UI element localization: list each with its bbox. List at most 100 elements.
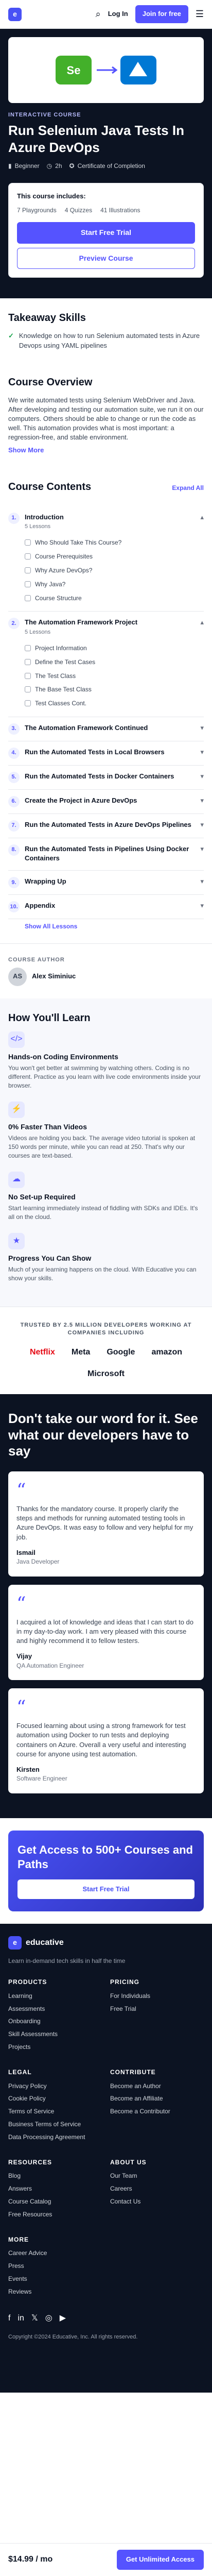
footer-link[interactable]: Become an Author <box>110 2082 204 2091</box>
lesson-item[interactable]: Why Azure DevOps? <box>25 564 204 578</box>
chapter-title: Create the Project in Azure DevOps <box>25 796 137 804</box>
footer-column: RESOURCES Blog Answers Course Catalog Free R… <box>8 2158 102 2223</box>
footer-link[interactable]: Onboarding <box>8 2017 102 2026</box>
linkedin-icon[interactable]: in <box>17 2313 24 2324</box>
chapter-item[interactable]: 3. The Automation Framework Continued ▾ <box>8 717 204 741</box>
footer-logo[interactable]: e educative <box>8 1936 204 1950</box>
clock-icon: ◷ <box>46 162 52 170</box>
footer-link[interactable]: Contact Us <box>110 2197 204 2206</box>
promo-start-trial-button[interactable]: Start Free Trial <box>17 1879 195 1900</box>
hero: Se INTERACTIVE COURSE Run Selenium Java … <box>0 29 212 299</box>
chapter-item[interactable]: 9. Wrapping Up ▾ <box>8 871 204 895</box>
lesson-item[interactable]: Course Structure <box>25 591 204 605</box>
footer-link[interactable]: Cookie Policy <box>8 2094 102 2103</box>
chapter-item[interactable]: 1. Introduction 5 Lessons ▴ Who Should T… <box>8 506 204 612</box>
chevron-down-icon[interactable]: ▾ <box>200 796 204 805</box>
chevron-down-icon[interactable]: ▾ <box>200 901 204 910</box>
footer-link[interactable]: Our Team <box>110 2172 204 2180</box>
start-trial-button[interactable]: Start Free Trial <box>17 222 195 244</box>
show-more-link[interactable]: Show More <box>8 446 44 454</box>
chevron-down-icon[interactable]: ▾ <box>200 772 204 781</box>
footer-link[interactable]: Privacy Policy <box>8 2082 102 2091</box>
get-access-button[interactable]: Get Unlimited Access <box>116 2550 204 2570</box>
chapter-header[interactable]: 8. Run the Automated Tests in Pipelines … <box>8 844 204 864</box>
logo[interactable]: e <box>8 7 22 21</box>
footer-link[interactable]: Careers <box>110 2184 204 2193</box>
chapter-header[interactable]: 1. Introduction 5 Lessons ▴ <box>8 512 204 531</box>
footer-link[interactable]: Become a Contributor <box>110 2107 204 2116</box>
youtube-icon[interactable]: ▶ <box>60 2313 66 2324</box>
chevron-up-icon[interactable]: ▴ <box>200 513 204 522</box>
footer-link[interactable]: Data Processing Agreement <box>8 2133 102 2142</box>
search-icon[interactable]: ⌕ <box>96 8 101 21</box>
meta-certificate: ✪ Certificate of Completion <box>69 162 145 170</box>
chevron-down-icon[interactable]: ▾ <box>200 723 204 733</box>
footer-link[interactable]: Skill Assessments <box>8 2030 102 2039</box>
footer-link[interactable]: Learning <box>8 1992 102 2001</box>
menu-icon[interactable]: ☰ <box>196 8 204 21</box>
chevron-down-icon[interactable]: ▾ <box>200 844 204 854</box>
chapter-item[interactable]: 2. The Automation Framework Project 5 Le… <box>8 612 204 717</box>
meta-level: ▮ Beginner <box>8 162 40 170</box>
chapter-header[interactable]: 9. Wrapping Up ▾ <box>8 877 204 889</box>
footer-link[interactable]: Reviews <box>8 2287 102 2296</box>
chevron-down-icon[interactable]: ▾ <box>200 820 204 829</box>
lesson-item[interactable]: Who Should Take This Course? <box>25 536 204 550</box>
footer-link[interactable]: Free Resources <box>8 2210 102 2219</box>
footer-link[interactable]: Career Advice <box>8 2249 102 2258</box>
chevron-up-icon[interactable]: ▴ <box>200 618 204 627</box>
footer-link[interactable]: Become an Affiliate <box>110 2094 204 2103</box>
footer-link[interactable]: Free Trial <box>110 2005 204 2013</box>
chapter-header[interactable]: 10. Appendix ▾ <box>8 901 204 913</box>
footer-brand: educative <box>26 1938 64 1947</box>
lesson-item[interactable]: Test Classes Cont. <box>25 697 204 710</box>
chevron-down-icon[interactable]: ▾ <box>200 748 204 757</box>
lesson-item[interactable]: The Test Class <box>25 669 204 683</box>
chapter-item[interactable]: 5. Run the Automated Tests in Docker Con… <box>8 766 204 790</box>
footer-link[interactable]: Blog <box>8 2172 102 2180</box>
instagram-icon[interactable]: ◎ <box>45 2313 52 2324</box>
avatar: AS <box>8 967 27 986</box>
lesson-item[interactable]: Course Prerequisites <box>25 550 204 564</box>
author-name[interactable]: Alex Siminiuc <box>32 972 76 981</box>
course-title: Run Selenium Java Tests In Azure DevOps <box>8 123 184 155</box>
learn-item: ⚡ 0% Faster Than Videos Videos are holdi… <box>8 1101 204 1160</box>
footer-link[interactable]: Course Catalog <box>8 2197 102 2206</box>
footer-link[interactable]: Press <box>8 2262 102 2270</box>
twitter-icon[interactable]: 𝕏 <box>31 2313 38 2324</box>
chapter-header[interactable]: 7. Run the Automated Tests in Azure DevO… <box>8 820 204 832</box>
chapter-header[interactable]: 5. Run the Automated Tests in Docker Con… <box>8 771 204 783</box>
lesson-item[interactable]: The Base Test Class <box>25 683 204 697</box>
footer-link[interactable]: Projects <box>8 2043 102 2052</box>
chapter-item[interactable]: 7. Run the Automated Tests in Azure DevO… <box>8 814 204 838</box>
chapter-header[interactable]: 6. Create the Project in Azure DevOps ▾ <box>8 795 204 807</box>
preview-course-button[interactable]: Preview Course <box>17 247 195 269</box>
footer-link[interactable]: Events <box>8 2275 102 2283</box>
chapter-item[interactable]: 8. Run the Automated Tests in Pipelines … <box>8 838 204 871</box>
chapter-item[interactable]: 6. Create the Project in Azure DevOps ▾ <box>8 790 204 814</box>
lesson-item[interactable]: Why Java? <box>25 578 204 591</box>
footer-link[interactable]: Terms of Service <box>8 2107 102 2116</box>
lesson-item[interactable]: Project Information <box>25 641 204 655</box>
footer-link[interactable]: Business Terms of Service <box>8 2120 102 2129</box>
sticky-cta-bar: $14.99 / mo Get Unlimited Access <box>0 2543 212 2576</box>
chapter-item[interactable]: 10. Appendix ▾ <box>8 895 204 920</box>
chapter-header[interactable]: 2. The Automation Framework Project 5 Le… <box>8 618 204 636</box>
footer-link[interactable]: Answers <box>8 2184 102 2193</box>
facebook-icon[interactable]: f <box>8 2313 10 2324</box>
show-all-lessons-link[interactable]: Show All Lessons <box>25 922 204 931</box>
chapter-item[interactable]: 4. Run the Automated Tests in Local Brow… <box>8 741 204 766</box>
footer-link[interactable]: Assessments <box>8 2005 102 2013</box>
author-row[interactable]: AS Alex Siminiuc <box>8 967 204 986</box>
chevron-down-icon[interactable]: ▾ <box>200 877 204 886</box>
trusted-section: TRUSTED BY 2.5 MILLION DEVELOPERS WORKIN… <box>0 1306 212 1395</box>
chapter-header[interactable]: 3. The Automation Framework Continued ▾ <box>8 723 204 735</box>
login-link[interactable]: Log In <box>108 9 128 19</box>
expand-all-button[interactable]: Expand All <box>172 484 204 493</box>
chapter-header[interactable]: 4. Run the Automated Tests in Local Brow… <box>8 747 204 759</box>
testimonial-text: Focused learning about using a strong fr… <box>16 1722 186 1758</box>
quote-icon: “ <box>16 1697 26 1719</box>
lesson-item[interactable]: Define the Test Cases <box>25 655 204 669</box>
footer-link[interactable]: For Individuals <box>110 1992 204 2001</box>
join-button[interactable]: Join for free <box>135 5 188 23</box>
